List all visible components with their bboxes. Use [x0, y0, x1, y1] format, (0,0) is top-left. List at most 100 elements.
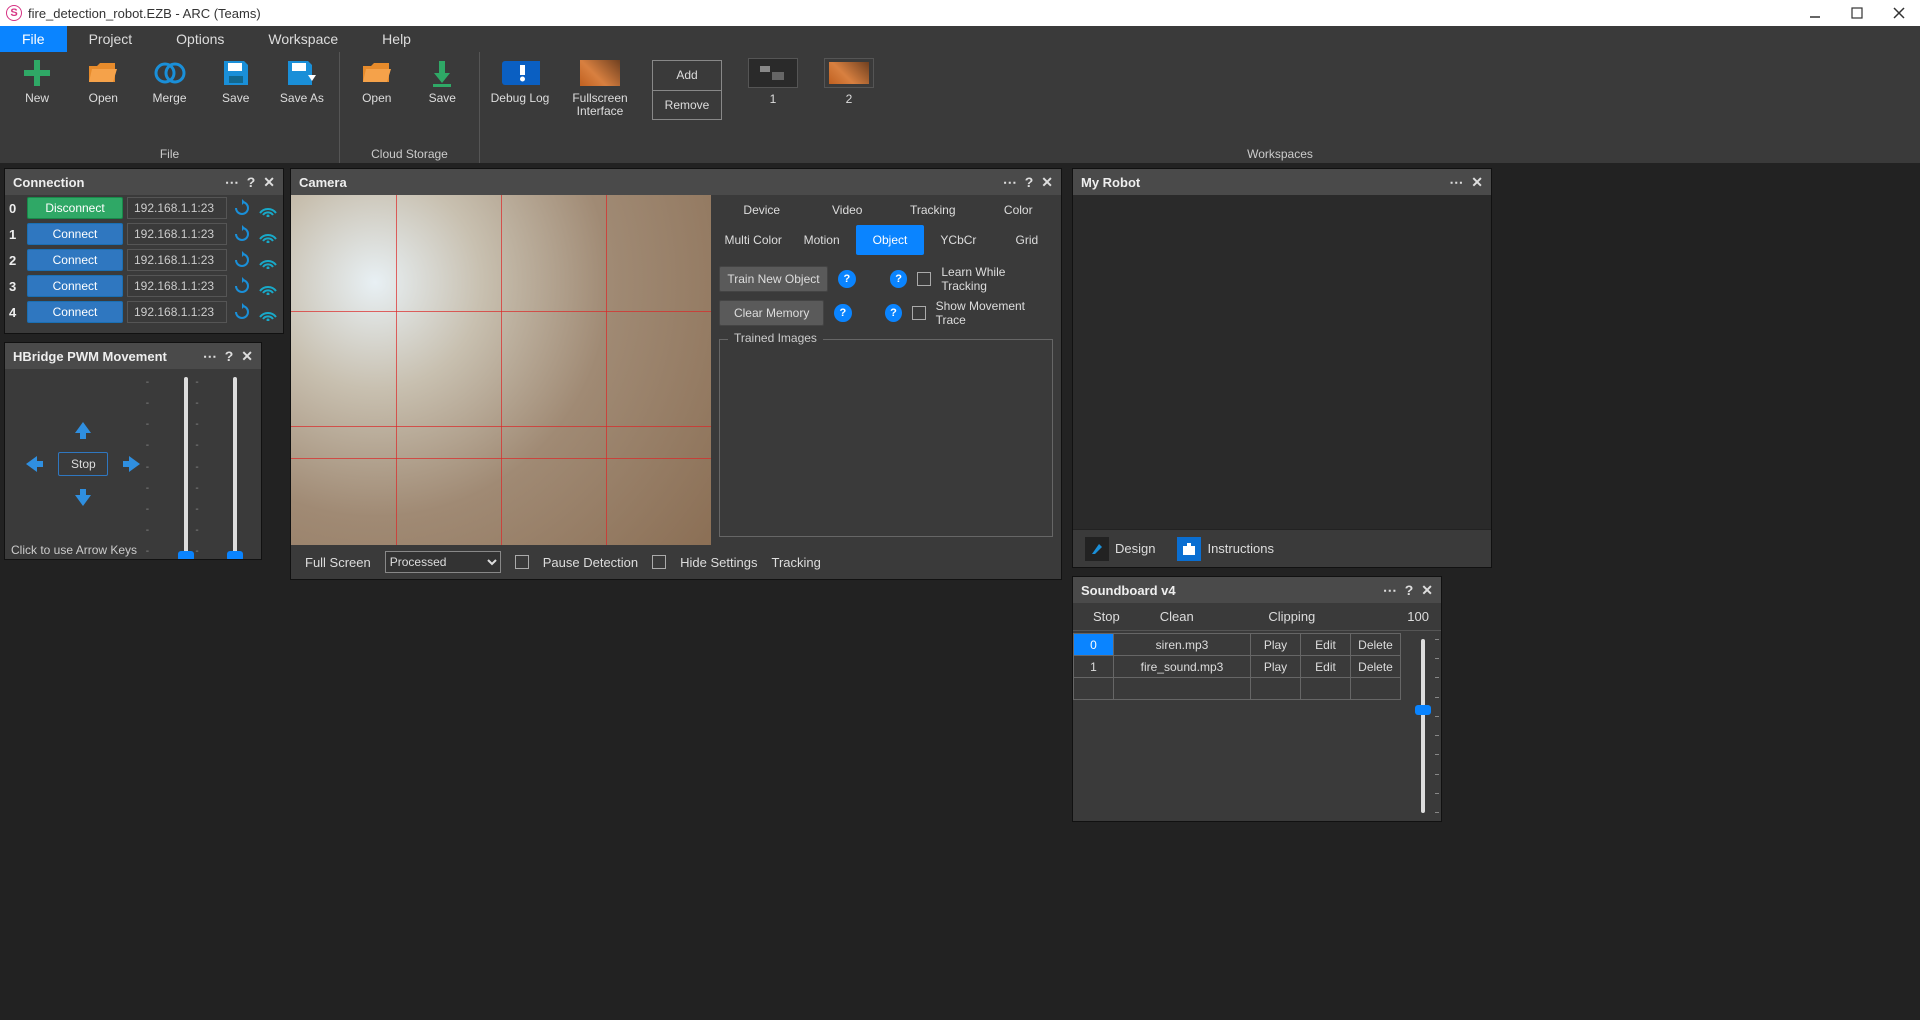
ip-field[interactable]: 192.168.1.1:23: [127, 197, 227, 219]
soundboard-row[interactable]: 1fire_sound.mp3PlayEditDelete: [1074, 656, 1401, 678]
soundboard-row-empty[interactable]: [1074, 678, 1401, 700]
cam-tab-motion[interactable]: Motion: [787, 225, 855, 255]
pause-checkbox[interactable]: [515, 555, 529, 569]
move-stop-button[interactable]: Stop: [58, 452, 108, 476]
myrobot-panel: My Robot ⋯ ✕ Design Instructions: [1072, 168, 1492, 568]
connect-button[interactable]: Connect: [27, 223, 123, 245]
refresh-icon[interactable]: [231, 223, 253, 245]
wifi-icon[interactable]: [257, 275, 279, 297]
maximize-button[interactable]: [1850, 6, 1864, 20]
panel-close-icon[interactable]: ✕: [241, 348, 253, 365]
move-left-button[interactable]: [20, 450, 48, 478]
ribbon-new[interactable]: New: [10, 58, 64, 105]
sb-play-button[interactable]: Play: [1251, 634, 1301, 656]
move-down-button[interactable]: [69, 484, 97, 512]
panel-menu-icon[interactable]: ⋯: [1003, 174, 1017, 191]
folder-icon: [83, 58, 123, 88]
clear-memory-button[interactable]: Clear Memory: [719, 300, 824, 326]
panel-menu-icon[interactable]: ⋯: [1383, 582, 1397, 599]
ribbon-fullscreen[interactable]: Fullscreen Interface: [570, 58, 630, 118]
cam-tab-grid[interactable]: Grid: [993, 225, 1061, 255]
sb-clean[interactable]: Clean: [1140, 609, 1214, 624]
ribbon-saveas[interactable]: Save As: [275, 58, 329, 105]
sb-delete-button[interactable]: Delete: [1351, 634, 1401, 656]
panel-menu-icon[interactable]: ⋯: [1449, 174, 1463, 191]
processed-select[interactable]: Processed: [385, 551, 501, 573]
move-up-button[interactable]: [69, 416, 97, 444]
ip-field[interactable]: 192.168.1.1:23: [127, 301, 227, 323]
menu-options[interactable]: Options: [154, 26, 246, 52]
sb-play-button[interactable]: Play: [1251, 656, 1301, 678]
refresh-icon[interactable]: [231, 301, 253, 323]
ribbon-cloud-save[interactable]: Save: [416, 58, 470, 105]
sb-edit-button[interactable]: Edit: [1301, 634, 1351, 656]
cam-tab-tracking[interactable]: Tracking: [890, 195, 976, 225]
connect-button[interactable]: Connect: [27, 301, 123, 323]
panel-help-icon[interactable]: ?: [225, 348, 234, 364]
cam-tab-color[interactable]: Color: [976, 195, 1062, 225]
ribbon-cloud-open[interactable]: Open: [350, 58, 404, 105]
design-tab[interactable]: Design: [1079, 533, 1161, 565]
connect-button[interactable]: Connect: [27, 275, 123, 297]
cam-tab-ycbcr[interactable]: YCbCr: [924, 225, 992, 255]
connect-button[interactable]: Connect: [27, 249, 123, 271]
trace-checkbox[interactable]: [912, 306, 925, 320]
tracking-label[interactable]: Tracking: [771, 555, 820, 570]
workspace-remove[interactable]: Remove: [653, 90, 721, 120]
panel-help-icon[interactable]: ?: [1025, 174, 1034, 190]
sb-edit-button[interactable]: Edit: [1301, 656, 1351, 678]
wifi-icon[interactable]: [257, 301, 279, 323]
wifi-icon[interactable]: [257, 223, 279, 245]
refresh-icon[interactable]: [231, 249, 253, 271]
help-icon[interactable]: ?: [890, 270, 908, 288]
panel-close-icon[interactable]: ✕: [1041, 174, 1053, 191]
workspace-1[interactable]: 1: [748, 58, 798, 106]
cam-tab-video[interactable]: Video: [805, 195, 891, 225]
move-right-button[interactable]: [118, 450, 146, 478]
ip-field[interactable]: 192.168.1.1:23: [127, 249, 227, 271]
workspace-2[interactable]: 2: [824, 58, 874, 106]
ribbon-debug-log[interactable]: Debug Log: [490, 58, 550, 105]
refresh-icon[interactable]: [231, 275, 253, 297]
soundboard-row[interactable]: 0siren.mp3PlayEditDelete: [1074, 634, 1401, 656]
panel-help-icon[interactable]: ?: [1405, 582, 1414, 598]
cam-tab-device[interactable]: Device: [719, 195, 805, 225]
cam-tab-multicolor[interactable]: Multi Color: [719, 225, 787, 255]
menu-help[interactable]: Help: [360, 26, 433, 52]
ribbon-merge[interactable]: Merge: [142, 58, 196, 105]
close-button[interactable]: [1892, 6, 1906, 20]
sb-stop[interactable]: Stop: [1073, 609, 1140, 624]
hide-checkbox[interactable]: [652, 555, 666, 569]
camera-view[interactable]: [291, 195, 711, 545]
train-object-button[interactable]: Train New Object: [719, 266, 828, 292]
panel-menu-icon[interactable]: ⋯: [203, 348, 217, 365]
sb-delete-button[interactable]: Delete: [1351, 656, 1401, 678]
ribbon-open[interactable]: Open: [76, 58, 130, 105]
ip-field[interactable]: 192.168.1.1:23: [127, 275, 227, 297]
wifi-icon[interactable]: [257, 197, 279, 219]
panel-close-icon[interactable]: ✕: [1471, 174, 1483, 191]
ip-field[interactable]: 192.168.1.1:23: [127, 223, 227, 245]
menu-workspace[interactable]: Workspace: [246, 26, 360, 52]
panel-help-icon[interactable]: ?: [247, 174, 256, 190]
panel-menu-icon[interactable]: ⋯: [225, 174, 239, 191]
minimize-button[interactable]: [1808, 6, 1822, 20]
learn-checkbox[interactable]: [917, 272, 931, 286]
workspace-add[interactable]: Add: [653, 61, 721, 90]
ribbon-save[interactable]: Save: [209, 58, 263, 105]
menu-project[interactable]: Project: [67, 26, 155, 52]
help-icon[interactable]: ?: [838, 270, 856, 288]
wifi-icon[interactable]: [257, 249, 279, 271]
fullscreen-label[interactable]: Full Screen: [305, 555, 371, 570]
instructions-tab[interactable]: Instructions: [1171, 533, 1279, 565]
cam-tab-object[interactable]: Object: [856, 225, 924, 255]
refresh-icon[interactable]: [231, 197, 253, 219]
sb-volume-slider[interactable]: [1405, 631, 1441, 821]
disconnect-button[interactable]: Disconnect: [27, 197, 123, 219]
panel-close-icon[interactable]: ✕: [1421, 582, 1433, 599]
menu-file[interactable]: File: [0, 26, 67, 52]
help-icon[interactable]: ?: [885, 304, 902, 322]
right-speed-slider[interactable]: ---------: [213, 377, 257, 557]
panel-close-icon[interactable]: ✕: [263, 174, 275, 191]
help-icon[interactable]: ?: [834, 304, 851, 322]
